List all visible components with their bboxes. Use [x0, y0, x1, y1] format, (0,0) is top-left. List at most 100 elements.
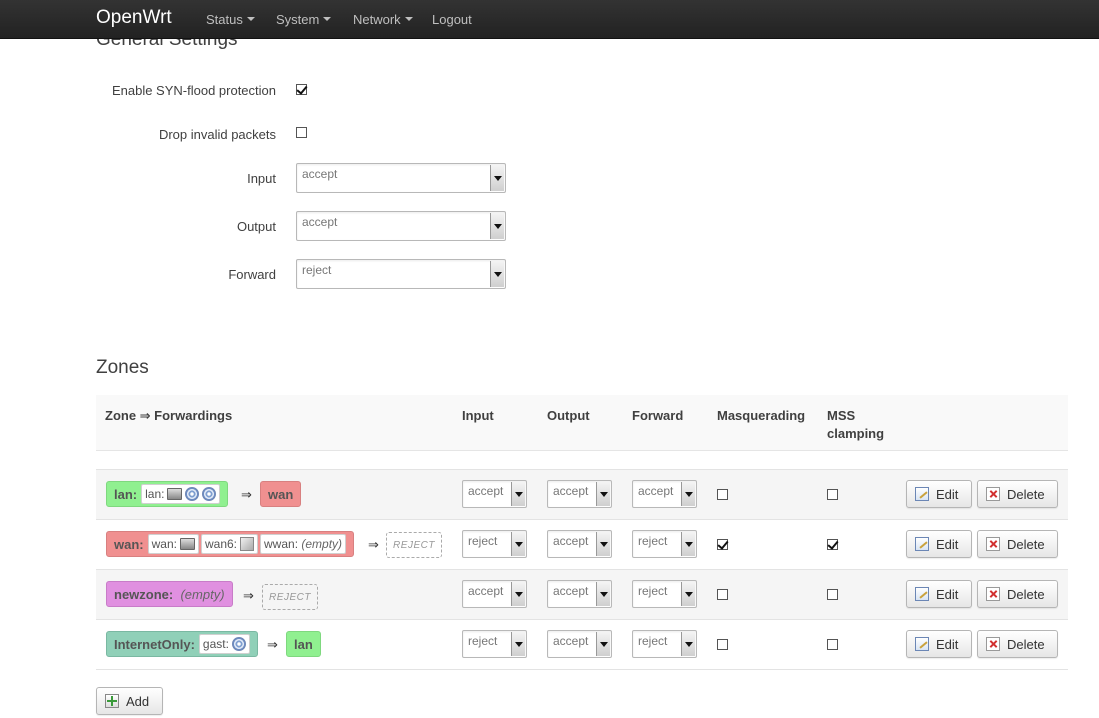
- output-policy-label: Output: [236, 219, 276, 234]
- internetonly-forward-select[interactable]: reject: [632, 630, 697, 658]
- dest-name: lan: [294, 636, 313, 652]
- output-policy-value: accept: [302, 215, 338, 229]
- delete-label: Delete: [1007, 636, 1045, 652]
- wan-output-select[interactable]: accept: [547, 530, 612, 558]
- add-zone-button[interactable]: Add: [96, 687, 163, 715]
- edit-button-newzone[interactable]: Edit: [906, 580, 972, 608]
- drop-invalid-checkbox[interactable]: [296, 127, 307, 138]
- th-mss-line1: MSS: [827, 408, 856, 423]
- zone-name: newzone:: [114, 586, 174, 602]
- delete-label: Delete: [1007, 586, 1045, 602]
- dest-badge-lan: lan: [286, 631, 321, 657]
- internetonly-masquerading-checkbox[interactable]: [717, 639, 728, 650]
- internetonly-input-select[interactable]: reject: [462, 630, 527, 658]
- nav-system-label: System: [276, 12, 320, 27]
- iface-wwan: wwan: (empty): [260, 534, 347, 554]
- dest-name: wan: [268, 486, 294, 502]
- input-policy-value: accept: [302, 167, 338, 181]
- dropdown-arrow-icon: [681, 482, 695, 506]
- forward-policy-select[interactable]: reject: [296, 259, 506, 289]
- iface-wan: wan:: [147, 534, 199, 554]
- delete-button-wan[interactable]: Delete: [977, 530, 1058, 558]
- lan-masquerading-checkbox[interactable]: [717, 489, 728, 500]
- zone-badge-wan: wan: wan: wan6: wwan: (empty): [106, 531, 355, 557]
- th-output: Output: [547, 408, 590, 423]
- syn-flood-checkbox[interactable]: [296, 84, 307, 95]
- select-value: accept: [553, 484, 589, 498]
- add-label: Add: [126, 693, 150, 709]
- edit-label: Edit: [936, 486, 959, 502]
- zone-name: lan:: [114, 486, 138, 502]
- chevron-down-icon: [323, 16, 332, 21]
- output-policy-select[interactable]: accept: [296, 211, 506, 241]
- edit-icon: [915, 487, 929, 501]
- lan-forward-select[interactable]: accept: [632, 480, 697, 508]
- th-forward: Forward: [632, 408, 684, 423]
- edit-button-wan[interactable]: Edit: [906, 530, 972, 558]
- brand-logo[interactable]: OpenWrt: [96, 7, 172, 29]
- select-value: accept: [468, 584, 504, 598]
- zone-name: InternetOnly:: [114, 636, 195, 652]
- delete-icon: [986, 487, 1000, 501]
- add-icon: [105, 694, 119, 708]
- edit-label: Edit: [936, 536, 959, 552]
- nav-logout[interactable]: Logout: [432, 12, 472, 28]
- iface-label: lan:: [145, 487, 165, 501]
- iface-label: wwan:: [264, 537, 299, 551]
- dropdown-arrow-icon: [490, 261, 504, 287]
- iface-lan: lan:: [141, 484, 221, 504]
- internetonly-output-select[interactable]: accept: [547, 630, 612, 658]
- nav-status[interactable]: Status: [206, 12, 255, 28]
- dropdown-arrow-icon: [681, 632, 695, 656]
- dropdown-arrow-icon: [511, 532, 525, 556]
- delete-icon: [986, 587, 1000, 601]
- select-value: reject: [468, 534, 498, 548]
- newzone-mss-checkbox[interactable]: [827, 589, 838, 600]
- edit-button-lan[interactable]: Edit: [906, 480, 972, 508]
- tunnel-icon: [240, 537, 255, 551]
- wifi-icon: [185, 487, 200, 501]
- lan-mss-checkbox[interactable]: [827, 489, 838, 500]
- iface-empty: (empty): [301, 537, 343, 551]
- delete-button-internetonly[interactable]: Delete: [977, 630, 1058, 658]
- dropdown-arrow-icon: [511, 482, 525, 506]
- zone-badge-lan: lan: lan:: [106, 481, 229, 507]
- iface-label: wan6:: [204, 537, 238, 551]
- th-zone-forwardings: Zone ⇒ Forwardings: [105, 408, 233, 423]
- select-value: accept: [553, 634, 589, 648]
- table-spacer-row: [96, 451, 1068, 470]
- edit-button-internetonly[interactable]: Edit: [906, 630, 972, 658]
- iface-gast: gast:: [198, 634, 250, 654]
- nav-system[interactable]: System: [276, 12, 332, 28]
- edit-label: Edit: [936, 586, 959, 602]
- wan-masquerading-checkbox[interactable]: [717, 539, 728, 550]
- iface-label: wan:: [151, 537, 177, 551]
- wan-mss-checkbox[interactable]: [827, 539, 838, 550]
- newzone-masquerading-checkbox[interactable]: [717, 589, 728, 600]
- dest-reject-badge: REJECT: [262, 584, 318, 610]
- lan-output-select[interactable]: accept: [547, 480, 612, 508]
- forward-arrow: ⇒: [243, 588, 254, 603]
- dropdown-arrow-icon: [490, 165, 504, 191]
- th-masquerading: Masquerading: [717, 408, 806, 423]
- newzone-forward-select[interactable]: reject: [632, 580, 697, 608]
- th-mss-clamping: MSS clamping: [827, 407, 884, 443]
- delete-button-newzone[interactable]: Delete: [977, 580, 1058, 608]
- dropdown-arrow-icon: [596, 482, 610, 506]
- input-policy-select[interactable]: accept: [296, 163, 506, 193]
- nav-network[interactable]: Network: [353, 12, 413, 28]
- wan-input-select[interactable]: reject: [462, 530, 527, 558]
- zone-name: wan:: [114, 536, 144, 552]
- internetonly-mss-checkbox[interactable]: [827, 639, 838, 650]
- newzone-input-select[interactable]: accept: [462, 580, 527, 608]
- wan-forward-select[interactable]: reject: [632, 530, 697, 558]
- zones-title: Zones: [96, 357, 149, 378]
- dropdown-arrow-icon: [596, 532, 610, 556]
- select-value: accept: [553, 584, 589, 598]
- lan-input-select[interactable]: accept: [462, 480, 527, 508]
- dropdown-arrow-icon: [596, 632, 610, 656]
- chevron-down-icon: [246, 16, 255, 21]
- delete-icon: [986, 637, 1000, 651]
- delete-button-lan[interactable]: Delete: [977, 480, 1058, 508]
- newzone-output-select[interactable]: accept: [547, 580, 612, 608]
